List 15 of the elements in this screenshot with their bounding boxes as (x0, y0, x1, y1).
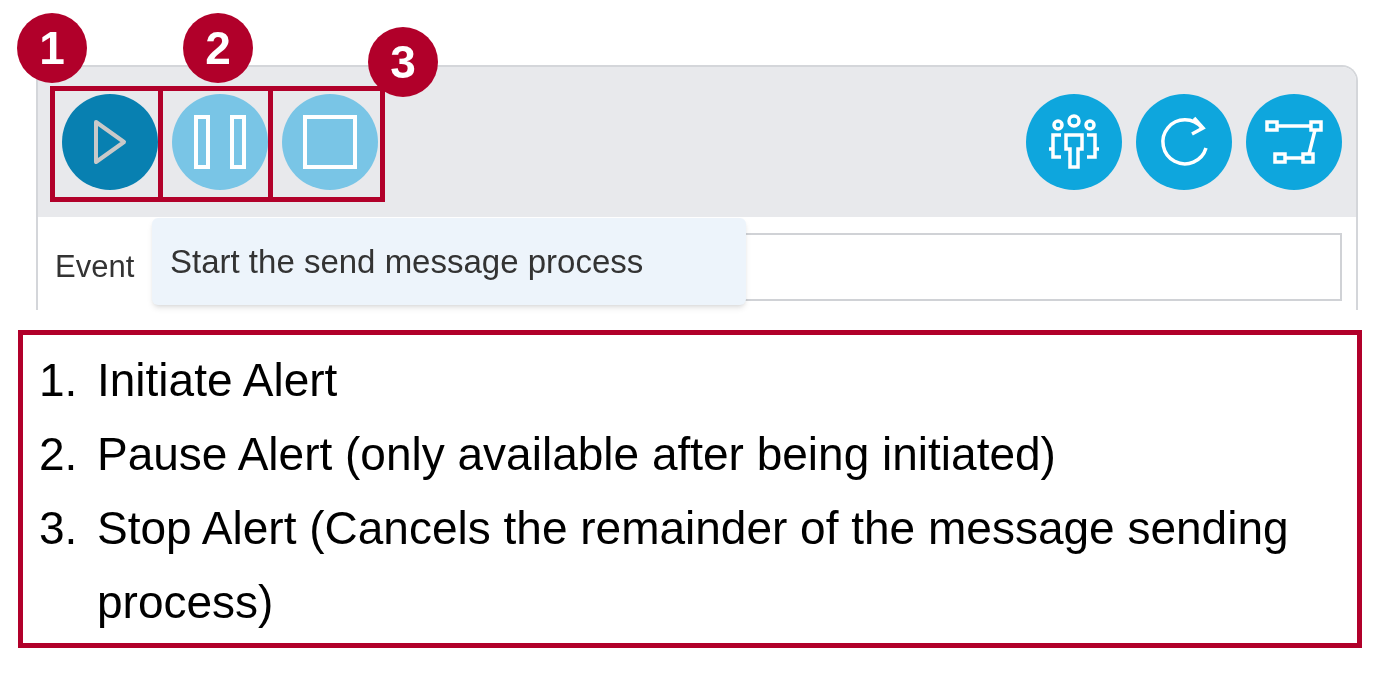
number-badge: 2 (183, 13, 253, 83)
list-item-text: Initiate Alert (97, 353, 339, 408)
number-badge: 3 (368, 27, 438, 97)
list-number: 2. (39, 427, 79, 482)
list-item-text: Stop Alert (Cancels the remainder of the message sending process) (97, 501, 1290, 630)
play-icon (93, 119, 127, 165)
list-number: 3. (39, 501, 79, 556)
list-number: 1. (39, 353, 79, 408)
pause-icon (194, 115, 246, 169)
tooltip: Start the send message process (152, 218, 746, 305)
number-badge: 1 (17, 13, 87, 83)
path-icon (1265, 118, 1323, 166)
stop-icon (303, 115, 357, 169)
list-item-text: Pause Alert (only available after being initiated) (97, 427, 1057, 482)
field-label: Event (55, 247, 135, 286)
